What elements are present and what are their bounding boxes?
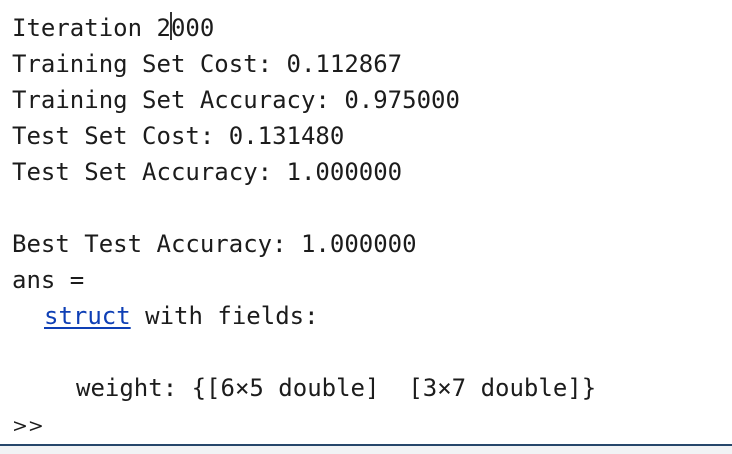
iteration-text-end: 000 [170, 14, 215, 42]
training-cost-line: Training Set Cost: 0.112867 [12, 50, 403, 78]
struct-line: struct with fields: [44, 298, 319, 334]
struct-link[interactable]: struct [44, 302, 131, 330]
best-test-accuracy-line: Best Test Accuracy: 1.000000 [12, 230, 417, 258]
weight-field-line: weight: {[6×5 double] [3×7 double]} [76, 374, 597, 402]
iteration-line: Iteration 2000 [12, 10, 214, 46]
command-window[interactable]: Iteration 2000 Training Set Cost: 0.1128… [0, 0, 732, 446]
struct-suffix: with fields: [130, 302, 319, 330]
ans-label: ans = [12, 266, 85, 294]
test-cost-line: Test Set Cost: 0.131480 [12, 122, 345, 150]
command-prompt[interactable]: >> [12, 412, 44, 440]
command-window-bottom-border [0, 444, 732, 454]
test-accuracy-line: Test Set Accuracy: 1.000000 [12, 158, 403, 186]
iteration-text-start: Iteration 2 [12, 14, 171, 42]
training-accuracy-line: Training Set Accuracy: 0.975000 [12, 86, 460, 114]
